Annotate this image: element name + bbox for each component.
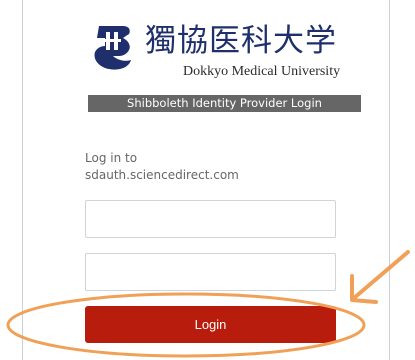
username-field[interactable] (85, 200, 336, 238)
university-logo-icon (94, 26, 131, 70)
password-field[interactable] (85, 253, 336, 291)
login-prompt: Log in to (85, 151, 138, 165)
service-host: sdauth.sciencedirect.com (85, 168, 239, 182)
idp-banner: Shibboleth Identity Provider Login (88, 95, 361, 112)
university-name-english: Dokkyo Medical University (183, 64, 341, 79)
login-panel: 獨協医科大学 Dokkyo Medical University Shibbol… (22, 0, 390, 360)
login-button[interactable]: Login (85, 306, 336, 343)
university-name-japanese: 獨協医科大学 (145, 23, 337, 59)
